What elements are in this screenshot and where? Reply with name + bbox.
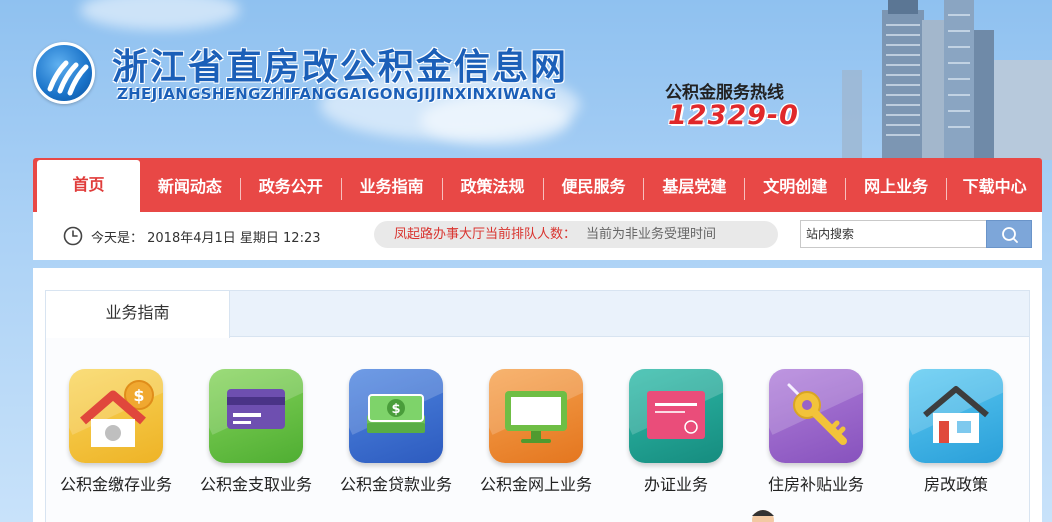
info-bar: 今天是： 2018年4月1日 星期日 12:23 凤起路办事大厅当前排队人数： 当… [33, 212, 1042, 260]
cloud-decoration [80, 0, 240, 30]
money-icon: $ [349, 369, 443, 463]
search-icon [1002, 227, 1018, 243]
content-area: 业务指南 $ 公积金缴存业务 公积金支取业务 $ 公积金贷款业务 公积金网上业务… [33, 268, 1042, 522]
tile-loan[interactable]: $ 公积金贷款业务 [326, 369, 466, 495]
nav-item-home[interactable]: 首页 [37, 160, 140, 216]
site-header: 浙江省直房改公积金信息网 ZHEJIANGSHENGZHIFANGGAIGONG… [0, 0, 1052, 160]
nav-item-gov-affairs[interactable]: 政务公开 [241, 162, 341, 214]
house-coin-icon: $ [69, 369, 163, 463]
tab-business-guide[interactable]: 业务指南 [46, 291, 230, 338]
tile-withdraw[interactable]: 公积金支取业务 [186, 369, 326, 495]
tile-deposit[interactable]: $ 公积金缴存业务 [46, 369, 186, 495]
svg-text:$: $ [391, 402, 400, 417]
tile-label: 房改政策 [923, 475, 988, 494]
queue-value: 当前为非业务受理时间 [586, 227, 717, 242]
nav-item-download[interactable]: 下载中心 [947, 162, 1042, 214]
monitor-icon [489, 369, 583, 463]
nav-item-party-building[interactable]: 基层党建 [644, 162, 744, 214]
tile-housing-reform-policy[interactable]: 房改政策 [886, 369, 1026, 495]
site-logo-icon[interactable] [33, 42, 95, 104]
nav-item-business-guide[interactable]: 业务指南 [342, 162, 442, 214]
home-policy-icon [909, 369, 1003, 463]
svg-text:$: $ [133, 386, 144, 405]
tile-online[interactable]: 公积金网上业务 [466, 369, 606, 495]
tile-certificate[interactable]: 办证业务 [606, 369, 746, 495]
main-nav: 首页 新闻动态 政务公开 业务指南 政策法规 便民服务 基层党建 文明创建 网上… [33, 158, 1042, 216]
nav-item-public-service[interactable]: 便民服务 [544, 162, 644, 214]
tile-label: 公积金网上业务 [479, 475, 592, 494]
business-guide-panel: 业务指南 $ 公积金缴存业务 公积金支取业务 $ 公积金贷款业务 公积金网上业务… [45, 290, 1030, 522]
nav-item-civilization[interactable]: 文明创建 [745, 162, 845, 214]
clock-icon [63, 226, 83, 246]
mascot-icon [752, 510, 774, 522]
queue-status: 凤起路办事大厅当前排队人数： 当前为非业务受理时间 [374, 221, 778, 248]
key-icon [769, 369, 863, 463]
nav-item-news[interactable]: 新闻动态 [140, 162, 240, 214]
tile-label: 公积金支取业务 [199, 475, 312, 494]
tile-housing-subsidy[interactable]: 住房补贴业务 [746, 369, 886, 495]
tile-label: 公积金缴存业务 [59, 475, 172, 494]
nav-item-policy[interactable]: 政策法规 [443, 162, 543, 214]
queue-label: 凤起路办事大厅当前排队人数： [394, 227, 577, 242]
site-title[interactable]: 浙江省直房改公积金信息网 [112, 38, 568, 90]
hotline-number: 12329-0 [668, 100, 799, 131]
current-date: 今天是： 2018年4月1日 星期日 12:23 [91, 231, 321, 246]
site-subtitle: ZHEJIANGSHENGZHIFANGGAIGONGJIJINXINXIWAN… [117, 85, 557, 103]
search-button[interactable] [986, 220, 1032, 248]
certificate-icon [629, 369, 723, 463]
tile-label: 住房补贴业务 [767, 475, 864, 494]
tile-label: 办证业务 [643, 475, 708, 494]
nav-item-online-business[interactable]: 网上业务 [846, 162, 946, 214]
card-icon [209, 369, 303, 463]
site-search-input[interactable] [800, 220, 987, 248]
buildings-illustration [842, 0, 1052, 160]
tile-label: 公积金贷款业务 [339, 475, 452, 494]
service-tiles: $ 公积金缴存业务 公积金支取业务 $ 公积金贷款业务 公积金网上业务 办证业务… [46, 369, 1029, 509]
